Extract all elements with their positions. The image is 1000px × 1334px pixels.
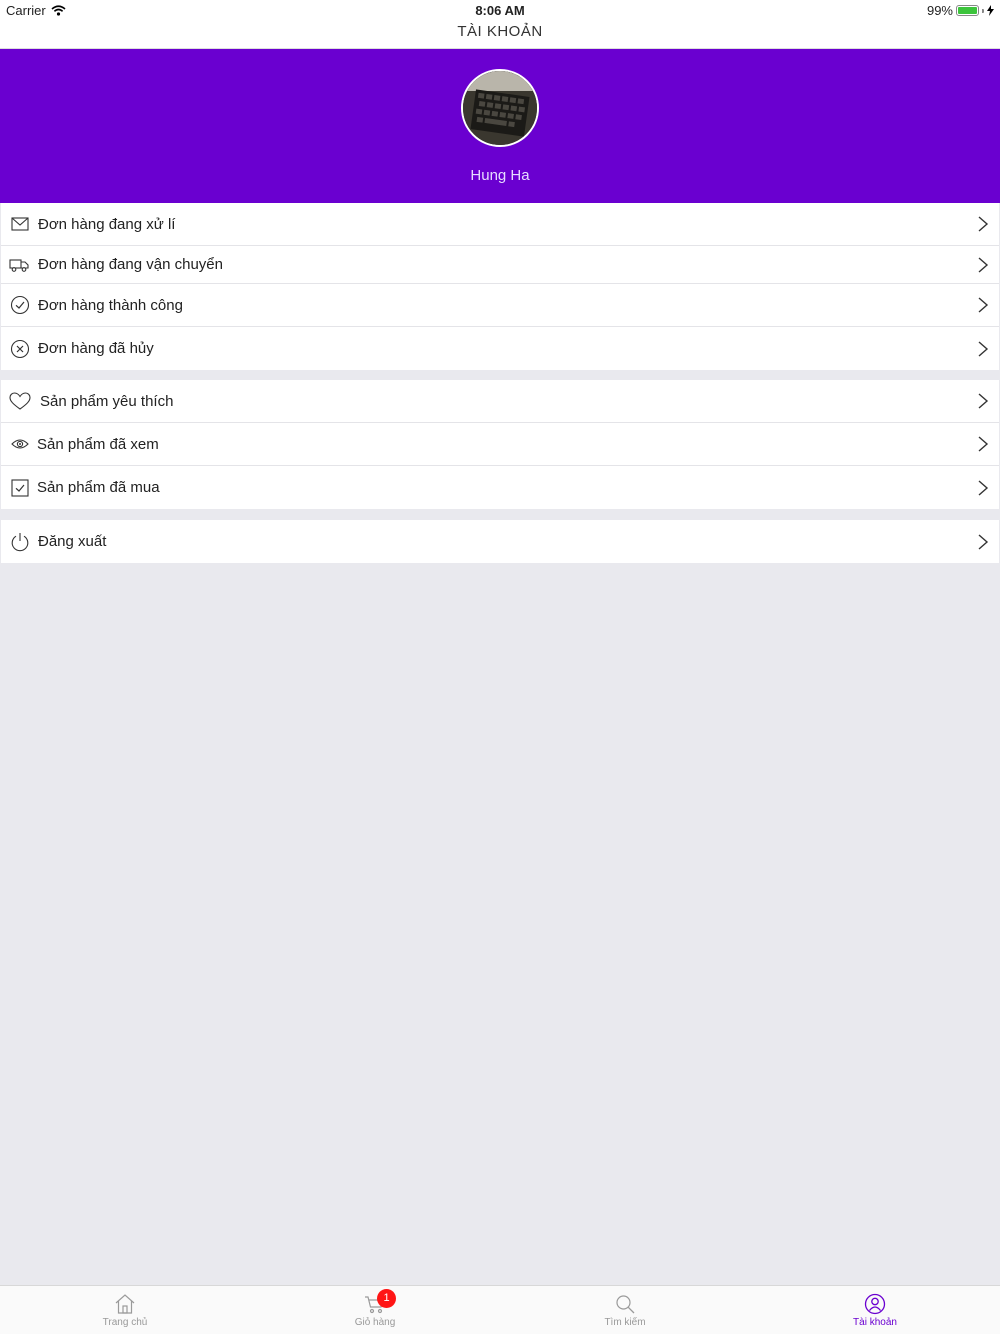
home-icon bbox=[114, 1293, 136, 1315]
user-name: Hung Ha bbox=[470, 167, 530, 184]
menu-item-cancelled-orders[interactable]: Đơn hàng đã hủy bbox=[1, 327, 999, 370]
battery-indicator: 99% bbox=[927, 3, 994, 18]
cart-count-badge: 1 bbox=[377, 1289, 396, 1308]
avatar[interactable] bbox=[461, 69, 539, 147]
tab-bar: Trang chủ 1 Giỏ hàng Tìm kiếm Tài khoản bbox=[0, 1285, 1000, 1334]
chevron-right-icon bbox=[978, 216, 989, 232]
menu-item-label: Sản phẩm yêu thích bbox=[40, 392, 174, 410]
menu-item-successful-orders[interactable]: Đơn hàng thành công bbox=[1, 284, 999, 327]
menu-item-label: Đơn hàng đang vận chuyển bbox=[38, 256, 223, 273]
checkbox-icon bbox=[9, 477, 31, 499]
menu-item-label: Sản phẩm đã mua bbox=[37, 479, 160, 496]
battery-percent: 99% bbox=[926, 3, 953, 18]
x-circle-icon bbox=[9, 338, 31, 360]
chevron-right-icon bbox=[978, 297, 989, 313]
check-circle-icon bbox=[9, 294, 31, 316]
heart-icon bbox=[9, 390, 31, 412]
tab-cart[interactable]: 1 Giỏ hàng bbox=[250, 1286, 500, 1334]
menu-item-label: Đăng xuất bbox=[38, 533, 107, 550]
tab-label: Giỏ hàng bbox=[354, 1317, 396, 1328]
menu-item-label: Đơn hàng thành công bbox=[38, 296, 183, 314]
chevron-right-icon bbox=[978, 479, 989, 496]
products-menu: Sản phẩm yêu thích Sản phẩm đã xem Sản p… bbox=[1, 380, 999, 509]
menu-item-label: Sản phẩm đã xem bbox=[37, 435, 159, 453]
clock: 8:06 AM bbox=[475, 3, 525, 18]
menu-item-processing-orders[interactable]: Đơn hàng đang xử lí bbox=[1, 203, 999, 246]
eye-icon bbox=[9, 433, 31, 455]
tab-home[interactable]: Trang chủ bbox=[0, 1286, 250, 1334]
account-menu: Đăng xuất bbox=[1, 520, 999, 563]
status-bar: Carrier 8:06 AM 99% bbox=[0, 0, 1000, 20]
chevron-right-icon bbox=[978, 436, 989, 452]
menu-item-label: Đơn hàng đang xử lí bbox=[38, 215, 176, 233]
tab-label: Tìm kiếm bbox=[604, 1317, 646, 1328]
navigation-bar: TÀI KHOẢN bbox=[0, 20, 1000, 49]
profile-header: Hung Ha bbox=[0, 49, 1000, 203]
chevron-right-icon bbox=[978, 256, 989, 273]
truck-icon bbox=[9, 254, 29, 276]
menu-item-favorite-products[interactable]: Sản phẩm yêu thích bbox=[1, 380, 999, 423]
avatar-photo bbox=[463, 71, 537, 145]
chevron-right-icon bbox=[978, 533, 989, 550]
charging-bolt-icon bbox=[987, 5, 994, 16]
page-title: TÀI KHOẢN bbox=[457, 23, 543, 40]
tab-search[interactable]: Tìm kiếm bbox=[500, 1286, 750, 1334]
tab-label: Tài khoản bbox=[853, 1317, 897, 1328]
user-icon bbox=[864, 1293, 886, 1315]
search-icon bbox=[614, 1293, 636, 1315]
tab-label: Trang chủ bbox=[102, 1317, 148, 1328]
inbox-icon bbox=[9, 213, 31, 235]
chevron-right-icon bbox=[978, 393, 989, 409]
chevron-right-icon bbox=[978, 340, 989, 357]
menu-item-shipping-orders[interactable]: Đơn hàng đang vận chuyển bbox=[1, 246, 999, 284]
menu-item-viewed-products[interactable]: Sản phẩm đã xem bbox=[1, 423, 999, 466]
menu-item-logout[interactable]: Đăng xuất bbox=[1, 520, 999, 563]
menu-item-label: Đơn hàng đã hủy bbox=[38, 340, 154, 357]
menu-item-purchased-products[interactable]: Sản phẩm đã mua bbox=[1, 466, 999, 509]
power-icon bbox=[9, 531, 31, 553]
tab-account[interactable]: Tài khoản bbox=[750, 1286, 1000, 1334]
orders-menu: Đơn hàng đang xử lí Đơn hàng đang vận ch… bbox=[1, 203, 999, 370]
cart-icon: 1 bbox=[364, 1289, 396, 1315]
battery-icon bbox=[956, 5, 979, 16]
